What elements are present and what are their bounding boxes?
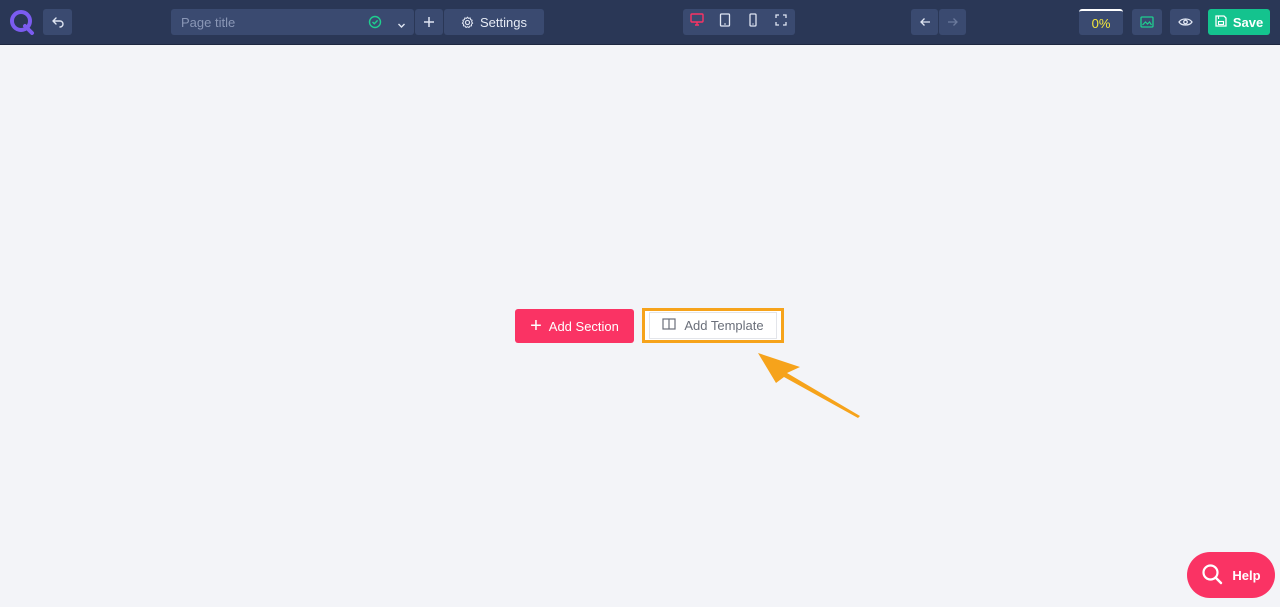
- annotation-arrow: [758, 353, 860, 418]
- help-label: Help: [1232, 567, 1261, 583]
- search-icon: [1201, 563, 1232, 588]
- help-button[interactable]: Help: [1187, 552, 1275, 598]
